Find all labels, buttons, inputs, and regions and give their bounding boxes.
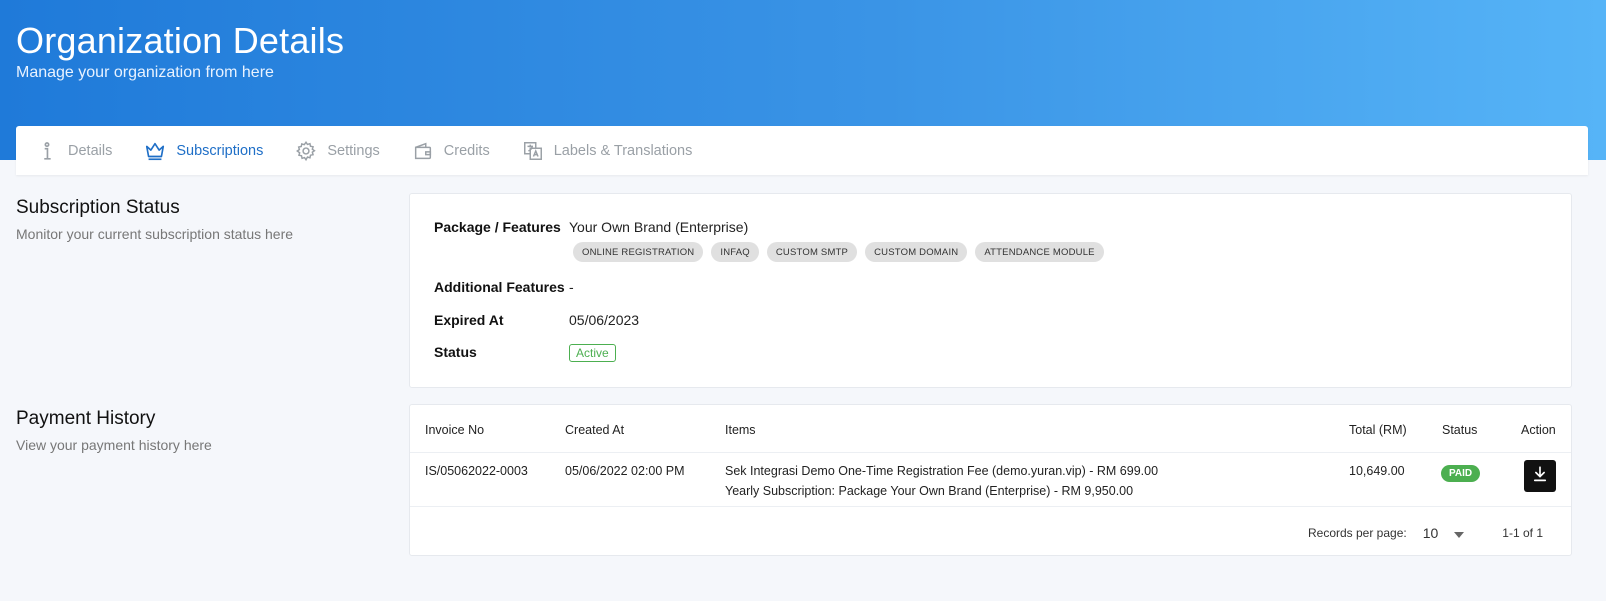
feature-chip: INFAQ — [711, 242, 759, 262]
package-row: Package / Features Your Own Brand (Enter… — [434, 219, 748, 235]
tab-credits[interactable]: Credits — [412, 126, 490, 175]
payment-history-title: Payment History — [16, 408, 156, 429]
wallet-icon — [412, 140, 434, 162]
page-title: Organization Details — [16, 20, 345, 61]
tab-bar: Details Subscriptions Settings Credits L… — [16, 126, 1588, 175]
info-icon — [36, 140, 58, 162]
tab-labels-translations[interactable]: Labels & Translations — [522, 126, 693, 175]
divider — [410, 506, 1571, 507]
column-header-created[interactable]: Created At — [565, 423, 624, 437]
download-invoice-button[interactable] — [1524, 460, 1556, 492]
tab-label: Details — [68, 142, 113, 159]
item-line: Yearly Subscription: Package Your Own Br… — [725, 484, 1134, 498]
created-cell: 05/06/2022 02:00 PM — [565, 464, 685, 478]
status-row: Status Active — [434, 344, 616, 362]
column-header-invoice[interactable]: Invoice No — [425, 423, 484, 437]
column-header-items[interactable]: Items — [725, 423, 756, 437]
subscription-status-title: Subscription Status — [16, 197, 180, 218]
feature-chips: ONLINE REGISTRATION INFAQ CUSTOM SMTP CU… — [573, 242, 1104, 262]
additional-features-row: Additional Features - — [434, 279, 574, 295]
invoice-cell: IS/05062022-0003 — [425, 464, 528, 478]
translate-icon — [522, 140, 544, 162]
tab-label: Subscriptions — [176, 142, 264, 159]
tab-settings[interactable]: Settings — [295, 126, 380, 175]
package-value: Your Own Brand (Enterprise) — [569, 219, 749, 235]
pagination: Records per page: 10 1-1 of 1 — [1308, 525, 1543, 541]
payment-history-table: Invoice No Created At Items Total (RM) S… — [409, 404, 1572, 556]
expired-at-label: Expired At — [434, 312, 504, 328]
package-label: Package / Features — [434, 219, 561, 235]
feature-chip: CUSTOM DOMAIN — [865, 242, 968, 262]
records-per-page-select[interactable]: 10 — [1423, 525, 1481, 541]
column-header-action: Action — [1521, 423, 1556, 437]
tab-subscriptions[interactable]: Subscriptions — [144, 126, 263, 175]
tab-label: Settings — [327, 142, 380, 159]
status-label: Status — [434, 344, 477, 360]
tab-label: Labels & Translations — [553, 142, 693, 159]
additional-features-value: - — [569, 279, 574, 295]
caret-down-icon — [1454, 525, 1465, 541]
tab-label: Credits — [443, 142, 490, 159]
gear-icon — [295, 140, 317, 162]
tab-details[interactable]: Details — [36, 126, 112, 175]
records-per-page-value: 10 — [1422, 525, 1439, 541]
subscription-status-subtitle: Monitor your current subscription status… — [16, 226, 294, 242]
status-badge: Active — [569, 344, 616, 362]
crown-icon — [144, 140, 166, 162]
pagination-range: 1-1 of 1 — [1502, 526, 1543, 540]
paid-badge: PAID — [1441, 465, 1481, 482]
column-header-status[interactable]: Status — [1442, 423, 1477, 437]
feature-chip: ONLINE REGISTRATION — [573, 242, 704, 262]
subscription-status-card: Package / Features Your Own Brand (Enter… — [409, 193, 1572, 388]
column-header-total[interactable]: Total (RM) — [1349, 423, 1407, 437]
divider — [410, 452, 1571, 453]
feature-chip: CUSTOM SMTP — [766, 242, 858, 262]
item-line: Sek Integrasi Demo One-Time Registration… — [725, 464, 1159, 478]
additional-features-label: Additional Features — [434, 279, 565, 295]
records-per-page-label: Records per page: — [1307, 526, 1407, 540]
payment-history-subtitle: View your payment history here — [16, 437, 212, 453]
total-cell: 10,649.00 — [1349, 464, 1405, 478]
expired-at-row: Expired At 05/06/2023 — [434, 312, 639, 328]
feature-chip: ATTENDANCE MODULE — [975, 242, 1104, 262]
expired-at-value: 05/06/2023 — [569, 312, 640, 328]
page-subtitle: Manage your organization from here — [16, 64, 274, 81]
download-icon — [1531, 465, 1549, 488]
